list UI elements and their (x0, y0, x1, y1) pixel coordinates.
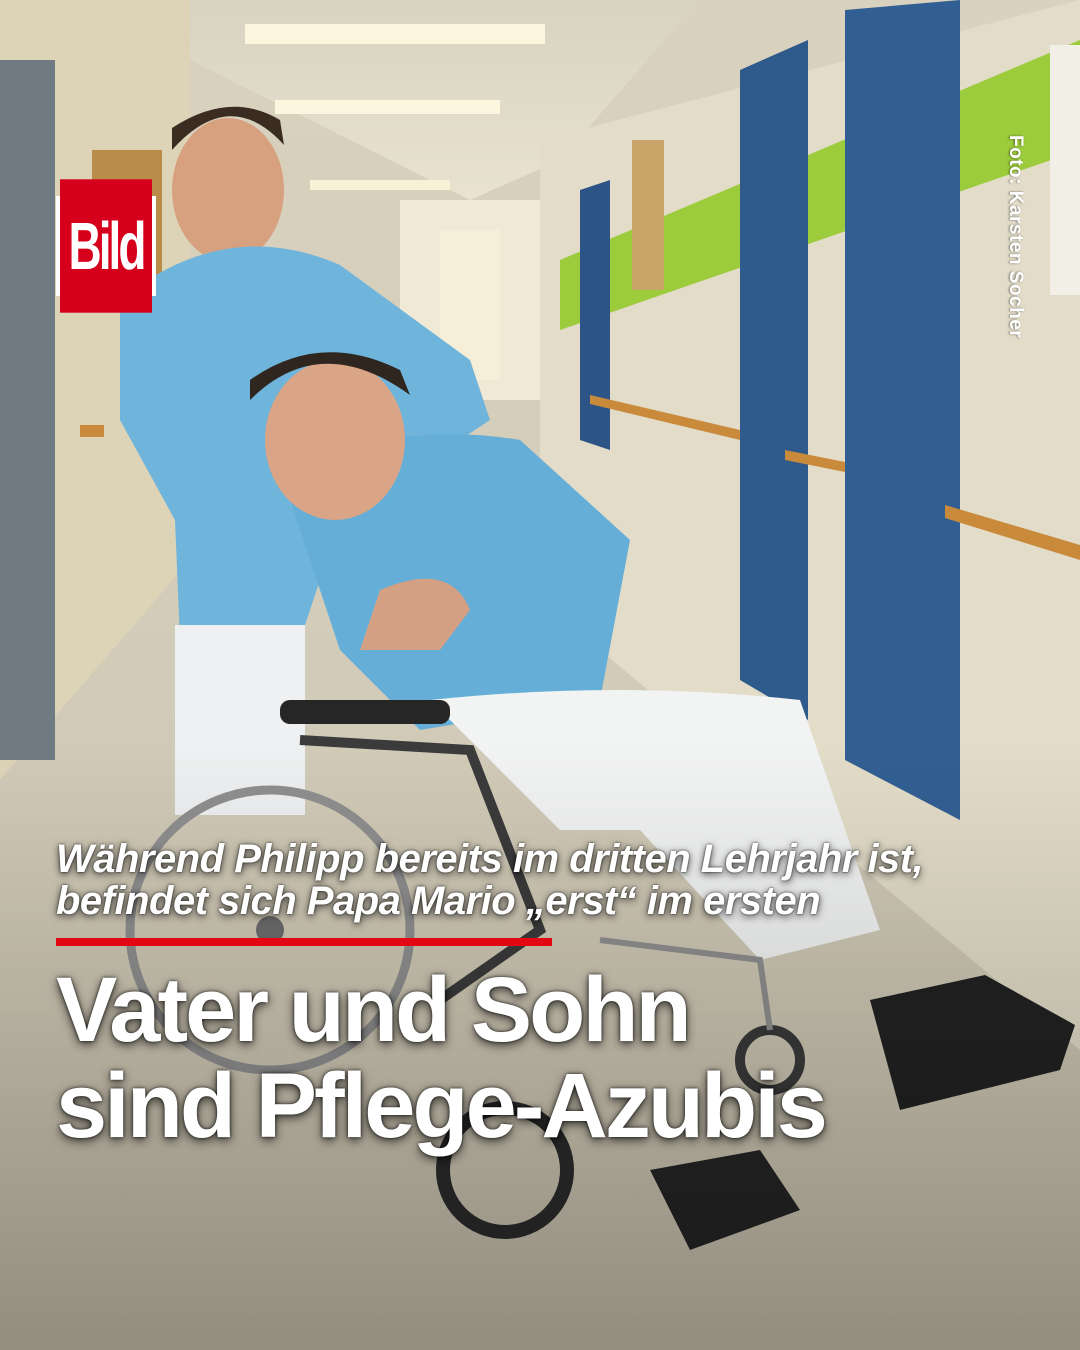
bild-logo: Bild (56, 179, 156, 313)
red-divider (56, 938, 552, 946)
subline: Während Philipp bereits im dritten Lehrj… (56, 838, 1036, 922)
subline-line-1: Während Philipp bereits im dritten Lehrj… (56, 837, 924, 881)
social-post: Bild Foto: Karsten Socher Während Philip… (0, 0, 1080, 1350)
headline: Vater und Sohn sind Pflege-Azubis (56, 962, 1036, 1154)
subline-line-2: befindet sich Papa Mario „erst“ im erste… (56, 879, 821, 923)
bild-logo-text: Bild (60, 179, 152, 313)
headline-line-1: Vater und Sohn (56, 959, 692, 1061)
photo-credit: Foto: Karsten Socher (1005, 135, 1026, 339)
headline-line-2: sind Pflege-Azubis (56, 1055, 828, 1157)
caption-block: Während Philipp bereits im dritten Lehrj… (56, 838, 1036, 1154)
